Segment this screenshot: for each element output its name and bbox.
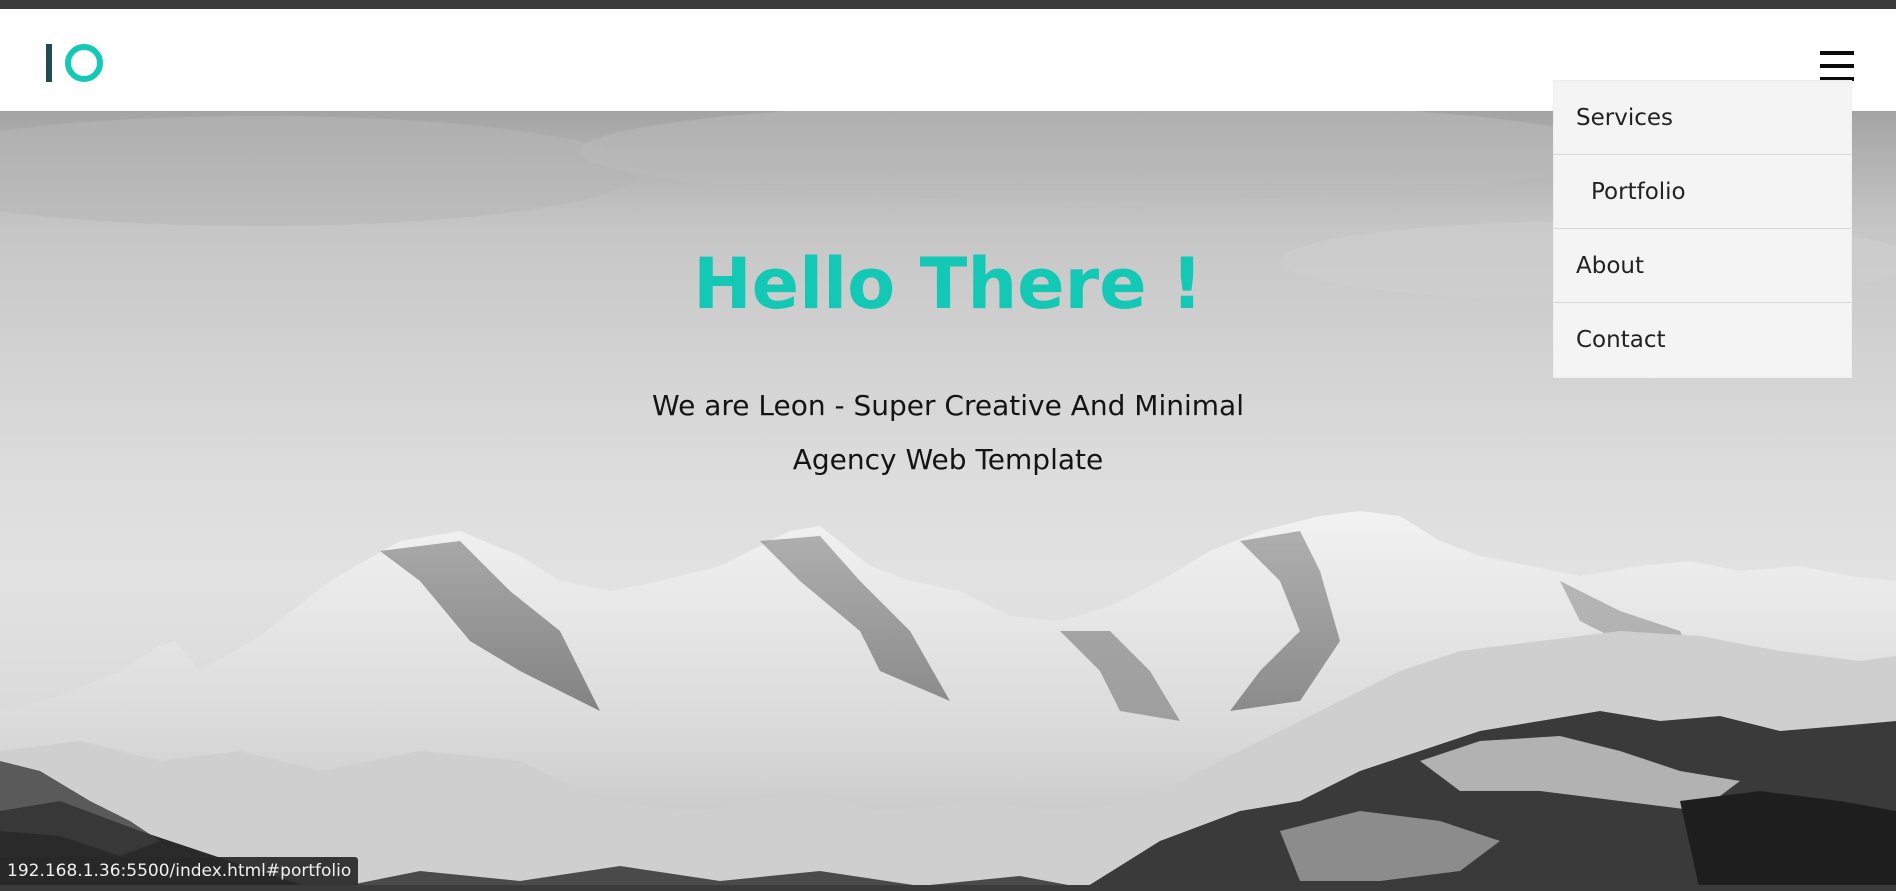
menu-item-about[interactable]: About [1554, 229, 1851, 303]
hero-subtitle: We are Leon - Super Creative And Minimal… [652, 389, 1244, 476]
hamburger-menu-icon[interactable] [1820, 51, 1854, 83]
logo[interactable] [46, 41, 106, 87]
browser-bottom-strip [0, 885, 1896, 891]
menu-item-services[interactable]: Services [1554, 81, 1851, 155]
io-logo-icon [46, 44, 103, 82]
dropdown-menu: Services Portfolio About Contact [1553, 80, 1852, 378]
menu-item-portfolio[interactable]: Portfolio [1554, 155, 1851, 229]
browser-top-strip [0, 0, 1896, 9]
status-bar-url: 192.168.1.36:5500/index.html#portfolio [0, 857, 359, 885]
menu-item-contact[interactable]: Contact [1554, 303, 1851, 377]
